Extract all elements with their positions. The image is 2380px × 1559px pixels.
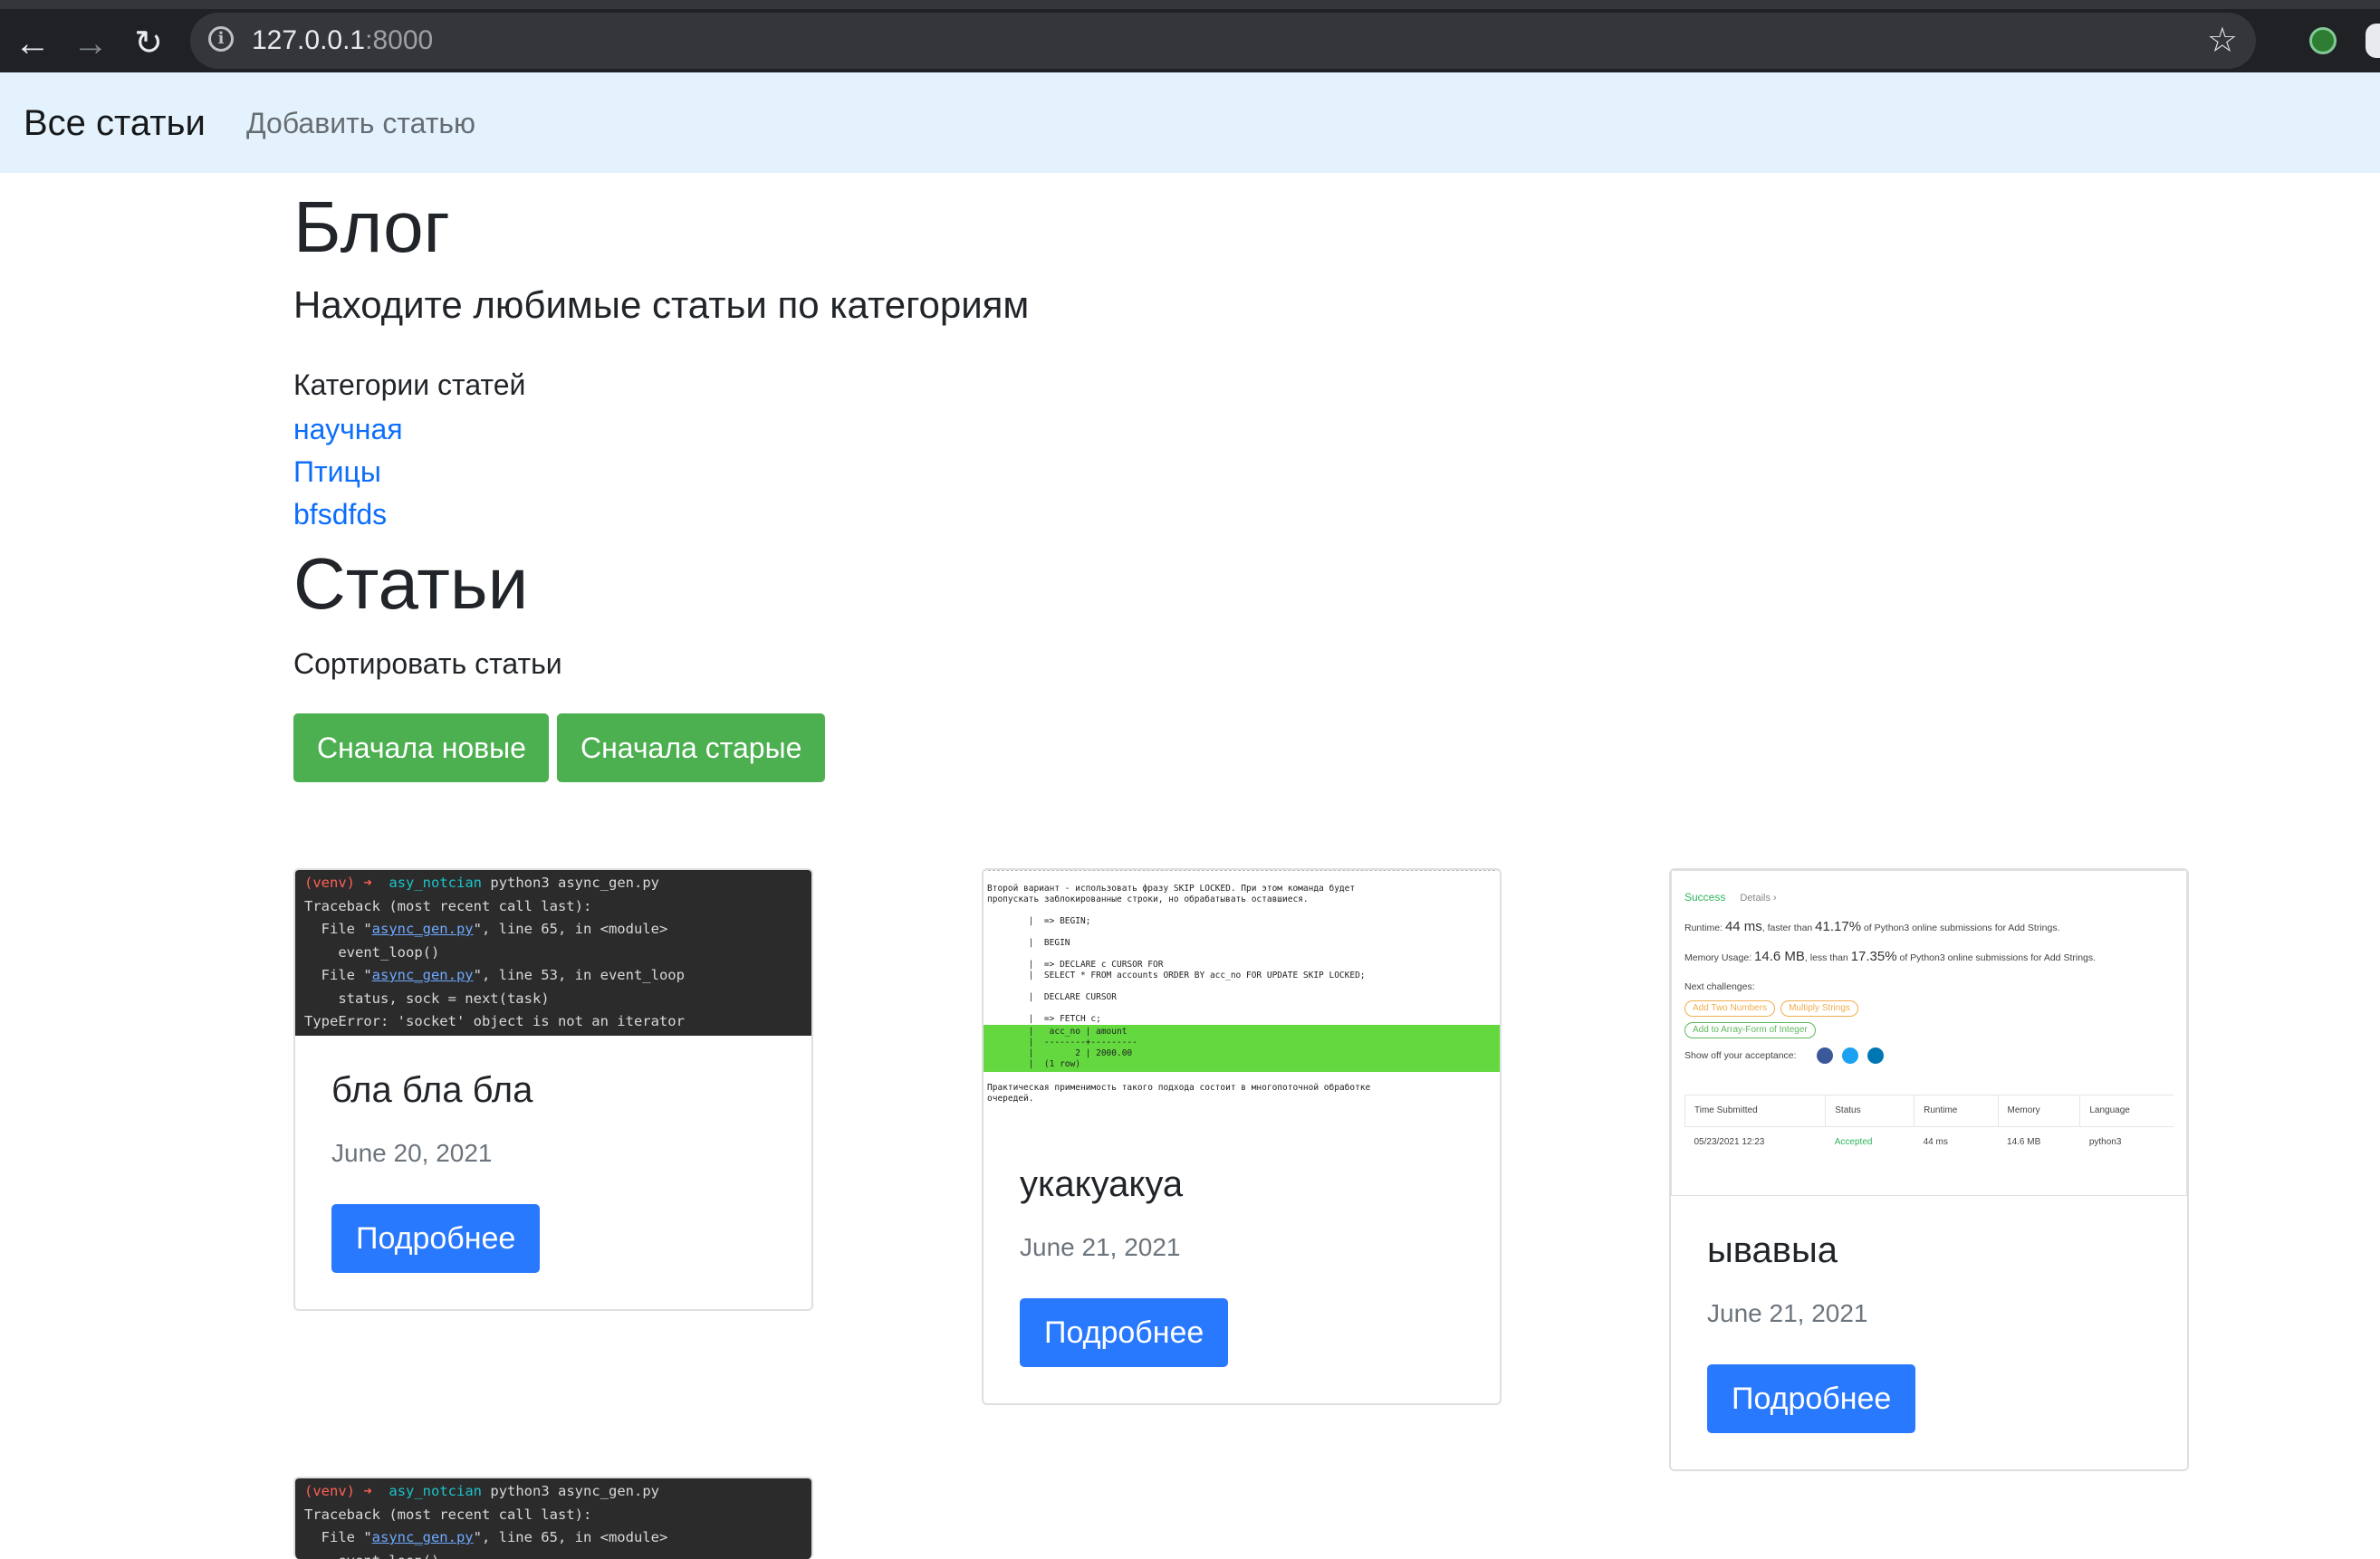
submissions-table: Time Submitted Status Runtime Memory Languag… <box>1684 1095 2174 1158</box>
url-text[interactable]: 127.0.0.1:8000 <box>252 24 433 57</box>
info-icon[interactable]: i <box>208 26 234 52</box>
category-link-science[interactable]: научная <box>293 411 403 447</box>
page-lead: Находите любимые статьи по категориям <box>293 283 1030 326</box>
reload-icon[interactable]: ↻ <box>121 16 176 71</box>
card-title: ывавыа <box>1707 1230 1838 1270</box>
sort-label: Сортировать статьи <box>293 647 562 680</box>
article-card: Второй вариант - использовать фразу SKIP… <box>982 868 1502 1405</box>
card-title: бла бла бла <box>331 1070 533 1110</box>
navbar-brand-all-articles[interactable]: Все статьи <box>24 101 206 145</box>
card-title: укакуакуа <box>1020 1164 1184 1204</box>
bookmark-star-icon[interactable]: ☆ <box>2207 20 2238 62</box>
card-date: June 21, 2021 <box>1020 1233 1181 1261</box>
nav-link-add-article[interactable]: Добавить статью <box>246 105 475 141</box>
category-link-birds[interactable]: Птицы <box>293 454 381 490</box>
card-date: June 21, 2021 <box>1707 1299 1868 1327</box>
article-card: (venv) ➜ asy_notcian python3 async_gen.p… <box>293 1477 813 1559</box>
categories-heading: Категории статей <box>293 368 526 401</box>
sort-newest-button[interactable]: Сначала новые <box>293 713 549 782</box>
forward-arrow-icon[interactable]: → <box>63 16 118 71</box>
article-thumbnail[interactable]: (venv) ➜ asy_notcian python3 async_gen.p… <box>295 1478 811 1559</box>
read-more-button[interactable]: Подробнее <box>1707 1364 1916 1433</box>
card-body: ывавыа June 21, 2021 Подробнее <box>1671 1196 2187 1469</box>
read-more-button[interactable]: Подробнее <box>331 1204 541 1273</box>
address-bar[interactable]: i 127.0.0.1:8000 ☆ <box>190 13 2256 69</box>
facebook-icon <box>1816 1047 1833 1064</box>
articles-heading: Статьи <box>293 543 529 624</box>
extension-icon[interactable] <box>2309 27 2337 54</box>
linkedin-icon <box>1867 1047 1884 1064</box>
page-title: Блог <box>293 187 450 267</box>
read-more-button[interactable]: Подробнее <box>1020 1298 1229 1367</box>
card-body: укакуакуа June 21, 2021 Подробнее <box>984 1130 1500 1403</box>
sort-oldest-button[interactable]: Сначала старые <box>557 713 825 782</box>
card-body: бла бла бла June 20, 2021 Подробнее <box>295 1036 811 1309</box>
back-arrow-icon[interactable]: ← <box>5 16 60 71</box>
article-card: (venv) ➜ asy_notcian python3 async_gen.p… <box>293 868 813 1311</box>
site-navbar: Все статьи Добавить статью <box>0 72 2380 173</box>
sql-highlight: | acc_no | amount | --------+--------- |… <box>984 1025 1500 1072</box>
article-card: Success Details › Runtime: 44 ms, faster … <box>1669 868 2189 1471</box>
twitter-icon <box>1841 1047 1858 1064</box>
profile-avatar-icon[interactable] <box>2366 24 2380 58</box>
article-thumbnail[interactable]: Второй вариант - использовать фразу SKIP… <box>984 870 1500 1130</box>
browser-toolbar: ← → ↻ i 127.0.0.1:8000 ☆ <box>0 0 2380 72</box>
article-thumbnail[interactable]: (venv) ➜ asy_notcian python3 async_gen.p… <box>295 870 811 1036</box>
category-link-bfsdfds[interactable]: bfsdfds <box>293 496 387 532</box>
article-thumbnail[interactable]: Success Details › Runtime: 44 ms, faster … <box>1671 870 2187 1196</box>
card-date: June 20, 2021 <box>331 1139 493 1167</box>
